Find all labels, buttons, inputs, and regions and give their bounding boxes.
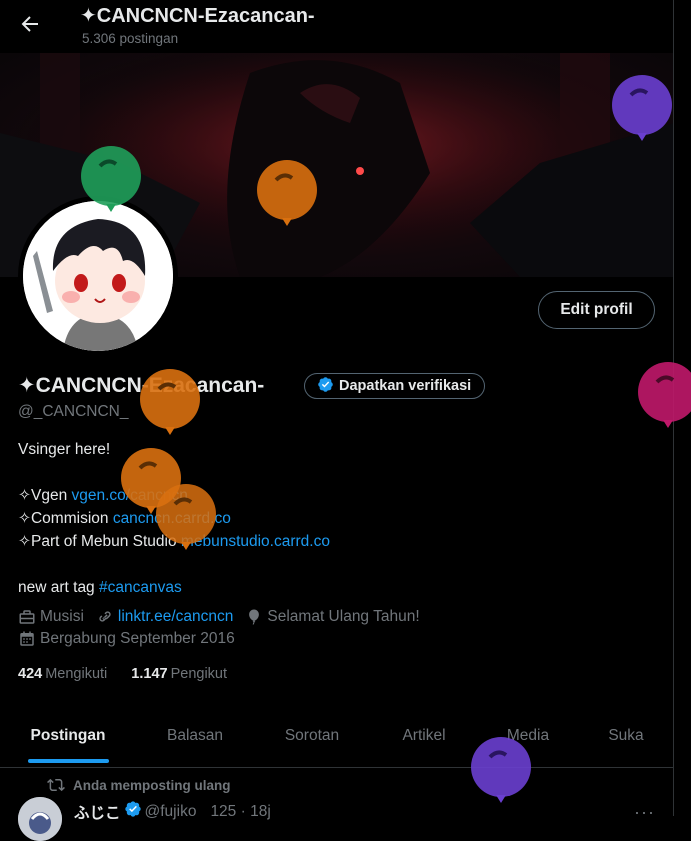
tab-artikel[interactable]: Artikel (374, 711, 474, 767)
balloon-icon (81, 146, 141, 212)
post-author-avatar[interactable] (18, 797, 62, 841)
bio-text: ✧Vgen (18, 487, 72, 504)
post-meta: 125 · 18j (210, 802, 271, 820)
active-tab-indicator (28, 759, 109, 763)
repost-icon (47, 778, 65, 792)
post-author-name[interactable]: ふじこ (74, 801, 121, 823)
repost-indicator: Anda memposting ulang (47, 776, 231, 794)
following-label: Mengikuti (45, 666, 108, 682)
get-verified-label: Dapatkan verifikasi (339, 378, 472, 394)
tab-balasan[interactable]: Balasan (145, 711, 245, 767)
profile-joined-row: Bergabung September 2016 (18, 630, 247, 648)
followers-label: Pengikut (170, 666, 228, 682)
joined-label: Bergabung September 2016 (40, 630, 235, 647)
balloon-icon (257, 160, 317, 226)
briefcase-icon (19, 610, 35, 624)
back-arrow-icon[interactable] (18, 12, 42, 36)
followers-link[interactable]: 1.147 Pengikut (131, 666, 227, 682)
link-icon (99, 611, 111, 622)
joined-item: Bergabung September 2016 (18, 630, 235, 648)
get-verified-button[interactable]: Dapatkan verifikasi (304, 373, 486, 399)
edit-profile-button[interactable]: Edit profil (538, 291, 655, 329)
profile-tabs: Postingan Balasan Sorotan Artikel Media … (0, 711, 674, 768)
calendar-icon (20, 631, 34, 646)
bio-line: new art tag #cancanvas (18, 576, 330, 599)
balloon-icon (156, 484, 216, 550)
profile-handle: @_CANCNCN_ (18, 403, 129, 420)
category-item: Musisi (18, 608, 84, 626)
art-hashtag-link[interactable]: #cancanvas (99, 579, 182, 596)
verified-badge-icon (317, 376, 334, 397)
tab-sorotan[interactable]: Sorotan (262, 711, 362, 767)
website-item[interactable]: linktr.ee/cancncn (96, 608, 233, 626)
birthday-item: Selamat Ulang Tahun! (245, 608, 420, 626)
post-author-handle: @fujiko (144, 802, 197, 820)
bio-text: new art tag (18, 579, 99, 596)
balloon-icon (249, 609, 260, 625)
following-count: 424 (18, 666, 43, 682)
tab-suka[interactable]: Suka (586, 711, 666, 767)
bio-text: ✧Commision (18, 510, 113, 527)
follow-stats: 424 Mengikuti 1.147 Pengikut (18, 666, 227, 682)
category-label: Musisi (40, 608, 84, 625)
top-bar: ✦CANCNCN-Ezacancan- 5.306 postingan (0, 0, 674, 53)
profile-meta-row: Musisi linktr.ee/cancncn Selamat Ulang T… (18, 608, 432, 626)
more-icon[interactable]: ··· (634, 802, 655, 823)
repost-label: Anda memposting ulang (73, 777, 231, 793)
balloon-icon (471, 737, 531, 803)
post-count: 5.306 postingan (82, 31, 179, 46)
balloon-icon (140, 369, 200, 435)
balloon-icon (612, 75, 672, 141)
header-title: ✦CANCNCN-Ezacancan- (80, 5, 315, 27)
following-link[interactable]: 424 Mengikuti (18, 666, 107, 682)
birthday-label: Selamat Ulang Tahun! (267, 608, 420, 625)
balloon-icon (638, 362, 691, 428)
post-header: ふじこ @fujiko 125 · 18j (74, 800, 271, 823)
verified-badge-icon (124, 800, 142, 823)
website-link[interactable]: linktr.ee/cancncn (118, 608, 233, 626)
followers-count: 1.147 (131, 666, 168, 682)
